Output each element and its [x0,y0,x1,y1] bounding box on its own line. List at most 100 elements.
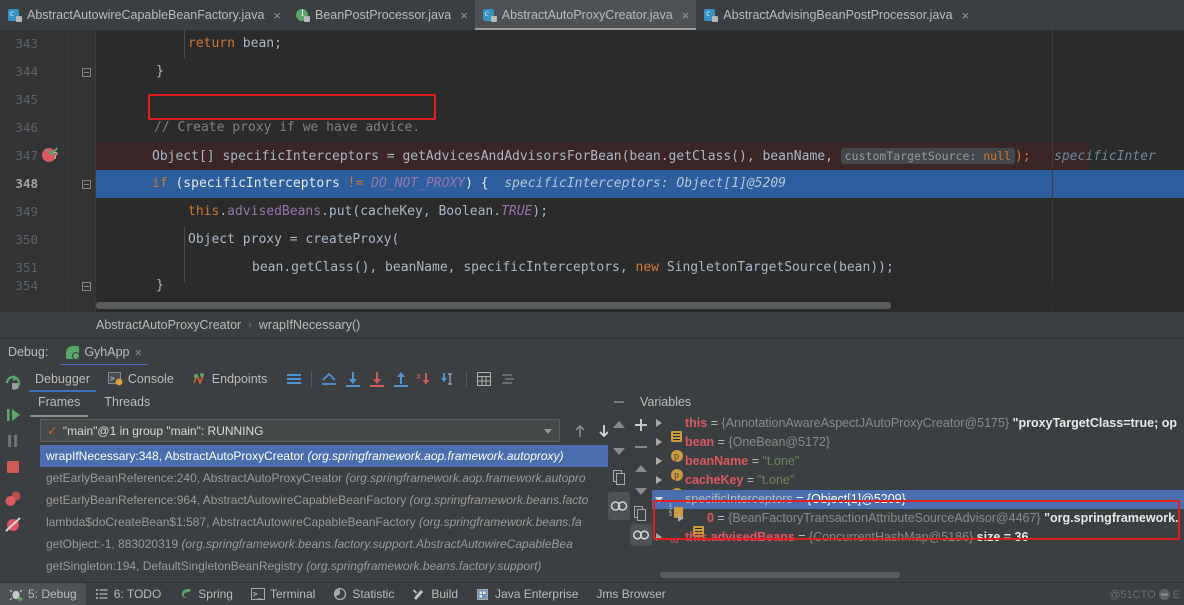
step-over-icon[interactable] [341,368,365,390]
editor-gutter[interactable]: 343 344 345 346 347 ? 348 349 350 351 35… [0,30,96,312]
layout-settings-icon[interactable] [282,368,306,390]
variable-row-advisedBeans[interactable]: ∞ this.advisedBeans = {ConcurrentHashMap@… [652,528,1184,547]
statusbar-item-debug[interactable]: 5: Debug [0,582,86,605]
editor-tab-0[interactable]: AbstractAutowireCapableBeanFactory.java … [0,0,288,30]
mute-breakpoints-icon[interactable] [496,368,520,390]
watches-toggle-icon[interactable] [630,524,652,546]
debug-icon [9,587,23,601]
add-watch-icon[interactable] [630,414,652,436]
frame-up-icon[interactable] [568,422,592,440]
tab-close-icon[interactable]: × [273,9,281,22]
expand-arrow-icon[interactable] [656,438,662,446]
statusbar-item-todo[interactable]: 6: TODO [86,583,171,605]
variables-panel: Variables this = {AnnotationAwareAspectJ… [630,392,1184,582]
debugger-toolbar: Debugger > Console Endpoints x [26,365,1184,392]
frame-row[interactable]: wrapIfNecessary:348, AbstractAutoProxyCr… [40,445,616,467]
endpoints-icon [192,372,207,386]
run-to-cursor-icon[interactable] [437,368,461,390]
thread-selector[interactable]: ✓ "main"@1 in group "main": RUNNING [40,419,560,442]
copy-value-icon[interactable] [630,502,652,524]
pause-program-icon [0,428,26,454]
rerun-icon[interactable] [0,370,26,396]
show-execution-point-icon[interactable] [317,368,341,390]
scrollbar-thumb[interactable] [96,302,891,309]
variables-list[interactable]: this = {AnnotationAwareAspectJAutoProxyC… [652,414,1184,572]
toolbar-divider-2 [466,370,468,387]
variable-row-beanName[interactable]: beanName = "t.one" [652,452,1184,485]
code-content[interactable]: return bean; } // Create proxy if we hav… [96,30,1184,312]
collapse-arrow-icon[interactable] [655,497,663,503]
variable-row-this[interactable]: this = {AnnotationAwareAspectJAutoProxyC… [652,414,1184,442]
variables-horizontal-scrollbar[interactable] [660,572,900,578]
statusbar-item-terminal[interactable]: >_ Terminal [242,583,324,605]
editor-tab-3[interactable]: AbstractAdvisingBeanPostProcessor.java × [696,0,976,30]
expand-arrow-icon[interactable] [656,476,662,484]
scroll-down-icon[interactable] [608,438,630,464]
tab-console[interactable]: > Console [99,365,183,392]
remove-watch-icon[interactable] [630,436,652,458]
statusbar-item-build[interactable]: Build [403,583,467,605]
variable-row-cacheKey[interactable]: cacheKey = "t.one" [652,471,1184,504]
variable-row-array-element-0[interactable]: 0 = {BeanFactoryTransactionAttributeSour… [652,509,1184,537]
statusbar-item-statistic[interactable]: Statistic [324,583,403,605]
editor-horizontal-scrollbar[interactable] [96,300,1184,310]
frames-list[interactable]: wrapIfNecessary:348, AbstractAutoProxyCr… [40,445,630,577]
step-out-icon[interactable] [389,368,413,390]
copy-stack-icon[interactable] [608,464,630,492]
expand-arrow-icon[interactable] [656,457,662,465]
statusbar-item-java-enterprise[interactable]: Java Enterprise [467,583,587,605]
editor-tab-1[interactable]: BeanPostProcessor.java × [288,0,475,30]
breakpoint-icon[interactable]: ? [42,143,58,162]
view-breakpoints-icon[interactable] [0,486,26,512]
breadcrumb-method[interactable]: wrapIfNecessary() [259,318,360,332]
force-step-into-icon[interactable]: x [413,368,437,390]
thread-running-icon: ✓ [47,422,58,438]
resume-program-icon[interactable] [0,402,26,428]
spring-icon [179,587,193,601]
tab-close-icon[interactable]: × [682,9,690,22]
breadcrumb-class[interactable]: AbstractAutoProxyCreator [96,318,241,332]
statusbar-item-spring[interactable]: Spring [170,583,242,605]
build-icon [412,587,426,601]
scroll-up-icon[interactable] [608,412,630,438]
frame-row[interactable]: lambda$doCreateBean$1:587, AbstractAutow… [40,511,630,533]
evaluate-expression-icon[interactable] [472,368,496,390]
tab-close-icon[interactable]: × [460,9,468,22]
expand-arrow-icon[interactable] [656,533,662,541]
stop-icon[interactable] [0,454,26,480]
frame-row[interactable]: getEarlyBeanReference:240, AbstractAutoP… [40,467,630,489]
watches-icon[interactable] [608,492,630,520]
tab-endpoints[interactable]: Endpoints [183,365,277,392]
step-into-icon[interactable] [365,368,389,390]
variable-row-bean[interactable]: bean = {OneBean@5172} [652,433,1184,466]
collapse-icon[interactable] [608,392,630,412]
code-editor[interactable]: 343 344 345 346 347 ? 348 349 350 351 35… [0,30,1184,312]
debug-tool-window-header: Debug: GyhApp × [0,338,1184,366]
editor-tab-label: BeanPostProcessor.java [314,8,452,22]
move-down-icon[interactable] [630,480,652,502]
mute-breakpoints-side-icon[interactable] [0,512,26,538]
chevron-down-icon[interactable] [544,429,552,434]
fold-marker-icon[interactable] [82,282,91,291]
expand-arrow-icon[interactable] [656,419,662,427]
close-icon[interactable]: × [134,345,142,360]
fold-marker-icon[interactable] [82,68,91,77]
frame-row[interactable]: getEarlyBeanReference:964, AbstractAutow… [40,489,630,511]
frame-row[interactable]: getSingleton:194, DefaultSingletonBeanRe… [40,555,630,577]
tab-frames[interactable]: Frames [26,392,92,417]
tab-debugger[interactable]: Debugger [26,365,99,392]
statusbar-label: Build [431,587,459,601]
code-line-351: bean.getClass(), beanName, specificInter… [252,260,894,275]
tab-close-icon[interactable]: × [962,9,970,22]
move-up-icon[interactable] [630,458,652,480]
editor-tab-2[interactable]: AbstractAutoProxyCreator.java × [474,0,697,30]
expand-arrow-icon[interactable] [678,514,684,522]
frame-row[interactable]: getObject:-1, 883020319 (org.springframe… [40,533,630,555]
statusbar-item-jms-browser[interactable]: Jms Browser [587,583,674,605]
debug-config-tab[interactable]: GyhApp × [58,339,150,366]
fold-marker-icon[interactable] [82,180,91,189]
frames-side-toolbar [608,392,630,582]
tab-threads[interactable]: Threads [92,392,162,417]
variable-row-specificInterceptors[interactable]: specificInterceptors = {Object[1]@5209} [652,490,1184,518]
breadcrumb[interactable]: AbstractAutoProxyCreator › wrapIfNecessa… [0,312,1184,338]
